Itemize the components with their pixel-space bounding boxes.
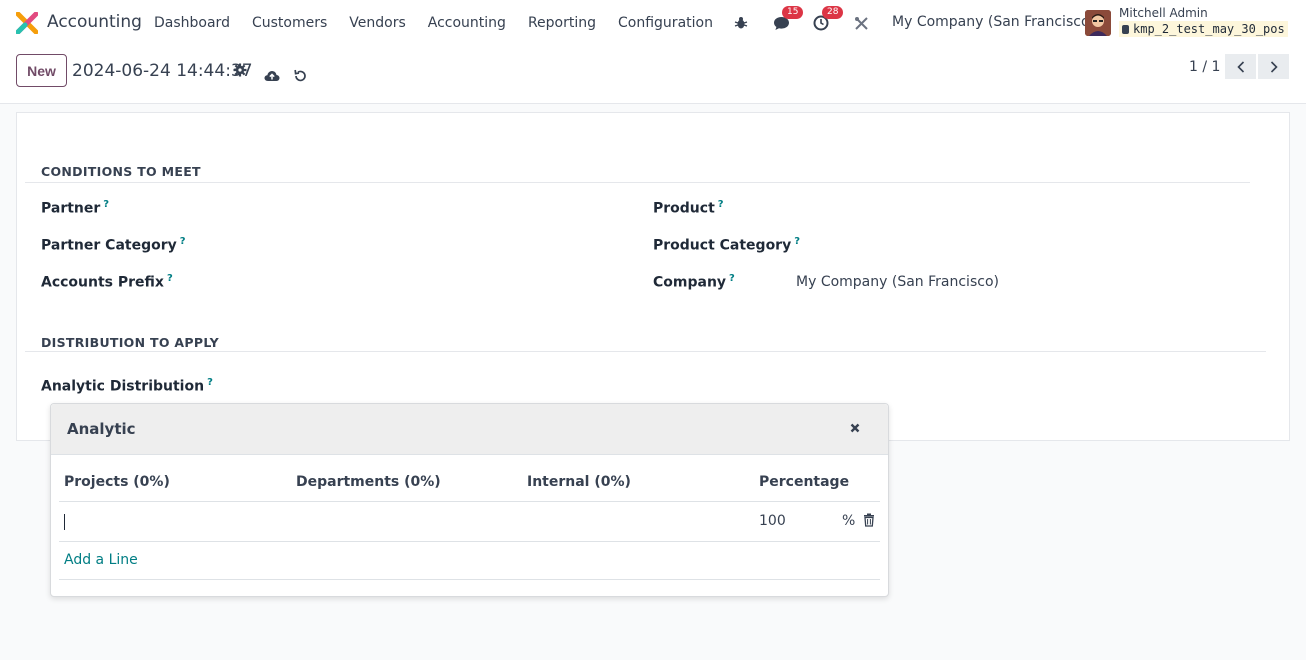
pager-value[interactable]: 1 / 1 (1189, 59, 1220, 75)
field-label-text: Company (653, 274, 727, 291)
bug-icon[interactable] (732, 14, 750, 32)
help-tooltip-icon[interactable]: ? (180, 236, 186, 247)
table-divider (59, 579, 880, 580)
messages-badge: 15 (782, 6, 804, 19)
tools-icon[interactable] (852, 14, 870, 32)
menu-item-vendors[interactable]: Vendors (338, 15, 416, 31)
menu-item-accounting[interactable]: Accounting (417, 15, 517, 31)
column-header-internal: Internal (0%) (527, 474, 631, 490)
new-button[interactable]: New (16, 54, 67, 87)
pager-next-button[interactable] (1258, 54, 1289, 79)
popover-header: Analytic (51, 404, 888, 455)
section-divider (25, 182, 1250, 183)
column-header-departments: Departments (0%) (296, 474, 441, 490)
record-title: 2024-06-24 14:44:37 (72, 61, 253, 81)
company-switcher[interactable]: My Company (San Francisco) (892, 14, 1095, 30)
field-label-text: Product Category (653, 237, 792, 254)
form-sheet: CONDITIONS TO MEET Partner? Partner Cate… (16, 112, 1290, 441)
analytic-distribution-popover: Analytic Projects (0%) Departments (0%) … (50, 403, 889, 597)
percent-sign: % (842, 513, 856, 529)
popover-title: Analytic (67, 420, 136, 438)
section-divider (25, 351, 1266, 352)
gear-icon[interactable] (233, 63, 247, 77)
projects-input[interactable] (64, 514, 65, 530)
app-name[interactable]: Accounting (47, 12, 142, 32)
section-title-distribution: DISTRIBUTION TO APPLY (41, 335, 219, 350)
top-navbar: Accounting Dashboard Customers Vendors A… (0, 0, 1306, 46)
table-divider (59, 541, 880, 542)
clock-icon[interactable]: 28 (812, 6, 844, 32)
menu-item-reporting[interactable]: Reporting (517, 15, 607, 31)
main-menu: Dashboard Customers Vendors Accounting R… (143, 0, 724, 46)
field-label-analytic-distribution: Analytic Distribution? (41, 377, 213, 395)
help-tooltip-icon[interactable]: ? (794, 236, 800, 247)
database-icon (1122, 25, 1129, 34)
field-label-product-category: Product Category? (653, 236, 800, 254)
column-header-percentage: Percentage (759, 474, 850, 490)
add-line-link[interactable]: Add a Line (64, 552, 138, 568)
database-name-text: kmp_2_test_may_30_pos (1133, 22, 1285, 36)
field-label-product: Product? (653, 199, 724, 217)
systray: 15 28 (732, 0, 892, 46)
chat-icon[interactable]: 15 (772, 6, 804, 32)
field-label-text: Analytic Distribution (41, 378, 205, 395)
field-label-text: Product (653, 200, 715, 217)
field-label-text: Partner (41, 200, 101, 217)
accounting-app-icon[interactable] (16, 12, 38, 34)
help-tooltip-icon[interactable]: ? (167, 273, 173, 284)
percentage-input[interactable]: 100 (759, 513, 786, 529)
field-label-accounts-prefix: Accounts Prefix? (41, 273, 173, 291)
field-label-text: Partner Category (41, 237, 177, 254)
user-name[interactable]: Mitchell Admin (1119, 6, 1208, 20)
activities-badge: 28 (822, 6, 844, 19)
database-name: kmp_2_test_may_30_pos (1119, 21, 1288, 37)
section-title-conditions: CONDITIONS TO MEET (41, 164, 201, 179)
column-header-projects: Projects (0%) (64, 474, 170, 490)
field-label-partner: Partner? (41, 199, 109, 217)
user-avatar[interactable] (1085, 10, 1111, 36)
help-tooltip-icon[interactable]: ? (729, 273, 735, 284)
field-label-partner-category: Partner Category? (41, 236, 186, 254)
help-tooltip-icon[interactable]: ? (718, 199, 724, 210)
menu-item-configuration[interactable]: Configuration (607, 15, 724, 31)
menu-item-customers[interactable]: Customers (241, 15, 338, 31)
help-tooltip-icon[interactable]: ? (207, 377, 213, 388)
table-divider (59, 501, 880, 502)
chevron-right-icon (1270, 60, 1278, 73)
close-icon[interactable] (848, 421, 862, 435)
chevron-left-icon (1236, 60, 1244, 73)
company-field-value[interactable]: My Company (San Francisco) (796, 274, 999, 290)
discard-icon[interactable] (293, 69, 307, 83)
trash-icon[interactable] (863, 513, 875, 527)
pager-previous-button[interactable] (1225, 54, 1256, 79)
field-label-company: Company? (653, 273, 735, 291)
cloud-upload-icon[interactable] (264, 69, 280, 83)
control-panel: New 2024-06-24 14:44:37 1 / 1 (0, 46, 1306, 104)
help-tooltip-icon[interactable]: ? (103, 199, 109, 210)
field-label-text: Accounts Prefix (41, 274, 164, 291)
menu-item-dashboard[interactable]: Dashboard (143, 15, 241, 31)
